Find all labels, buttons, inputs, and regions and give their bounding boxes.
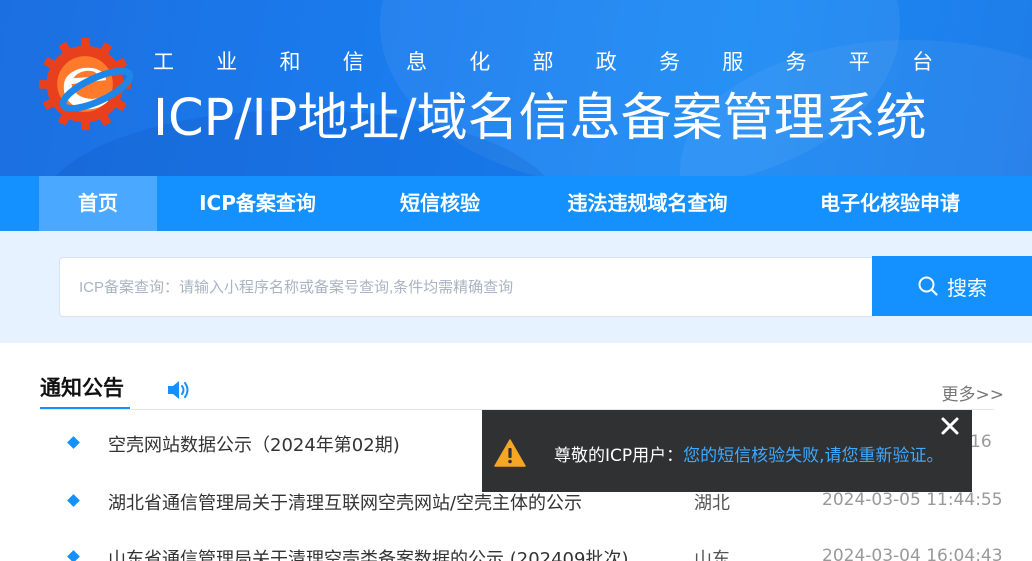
notice-title: 通知公告 [40,376,124,400]
speaker-icon [168,381,189,399]
main-nav: 首页 ICP备案查询 短信核验 违法违规域名查询 电子化核验申请 [0,176,1032,231]
nav-item-icp-query[interactable]: ICP备案查询 [175,176,340,231]
system-title: ICP/IP地址/域名信息备案管理系统 [153,89,927,148]
search-button-label: 搜索 [947,275,987,300]
diamond-bullet-icon [67,494,80,507]
diamond-bullet-icon [67,550,80,561]
notice-item-region: 湖北 [694,493,730,514]
notice-item-title[interactable]: 空壳网站数据公示（2024年第02期) [108,431,400,457]
nav-item-sms-verify[interactable]: 短信核验 [380,176,500,231]
notice-item-title[interactable]: 山东省通信管理局关于清理空壳类备案数据的公示 (202409批次) [108,545,628,561]
notice-list-item[interactable]: 山东省通信管理局关于清理空壳类备案数据的公示 (202409批次) 山东 202… [0,542,1032,561]
icp-portal-page: 工 业 和 信 息 化 部 政 务 服 务 平 台 ICP/IP地址/域名信息备… [0,0,1032,561]
toast-body: 您的短信核验失败,请您重新验证。 [683,446,944,466]
nav-item-electronic-verify-apply[interactable]: 电子化核验申请 [795,176,985,231]
toast-message: 尊敬的ICP用户：您的短信核验失败,请您重新验证。 [554,441,944,466]
toast-prefix: 尊敬的ICP用户： [554,446,684,466]
sms-verify-error-toast: 尊敬的ICP用户：您的短信核验失败,请您重新验证。 [482,410,972,492]
notice-item-time: 2024-03-04 16:04:43 [822,546,1003,561]
search-icon [918,276,938,296]
notice-item-title[interactable]: 湖北省通信管理局关于清理互联网空壳网站/空壳主体的公示 [108,489,582,515]
notice-item-time: 16 [970,432,992,452]
notice-item-time: 2024-03-05 11:44:55 [822,490,1003,510]
search-button[interactable]: 搜索 [872,256,1032,316]
notice-header: 通知公告 更多>> [40,372,1006,410]
diamond-bullet-icon [67,436,80,449]
close-icon[interactable] [940,416,960,436]
search-input[interactable] [60,258,873,316]
warning-icon [494,439,526,467]
ministry-subtitle: 工 业 和 信 息 化 部 政 务 服 务 平 台 [153,50,933,74]
header-banner: 工 业 和 信 息 化 部 政 务 服 务 平 台 ICP/IP地址/域名信息备… [0,0,1032,176]
more-link[interactable]: 更多>> [942,380,1005,405]
notice-item-region: 山东 [694,549,730,561]
miit-logo-icon [38,37,134,131]
search-section: 搜索 [0,231,1032,343]
nav-item-illegal-domain-query[interactable]: 违法违规域名查询 [545,176,750,231]
nav-item-home[interactable]: 首页 [39,176,157,231]
search-box [59,257,873,317]
